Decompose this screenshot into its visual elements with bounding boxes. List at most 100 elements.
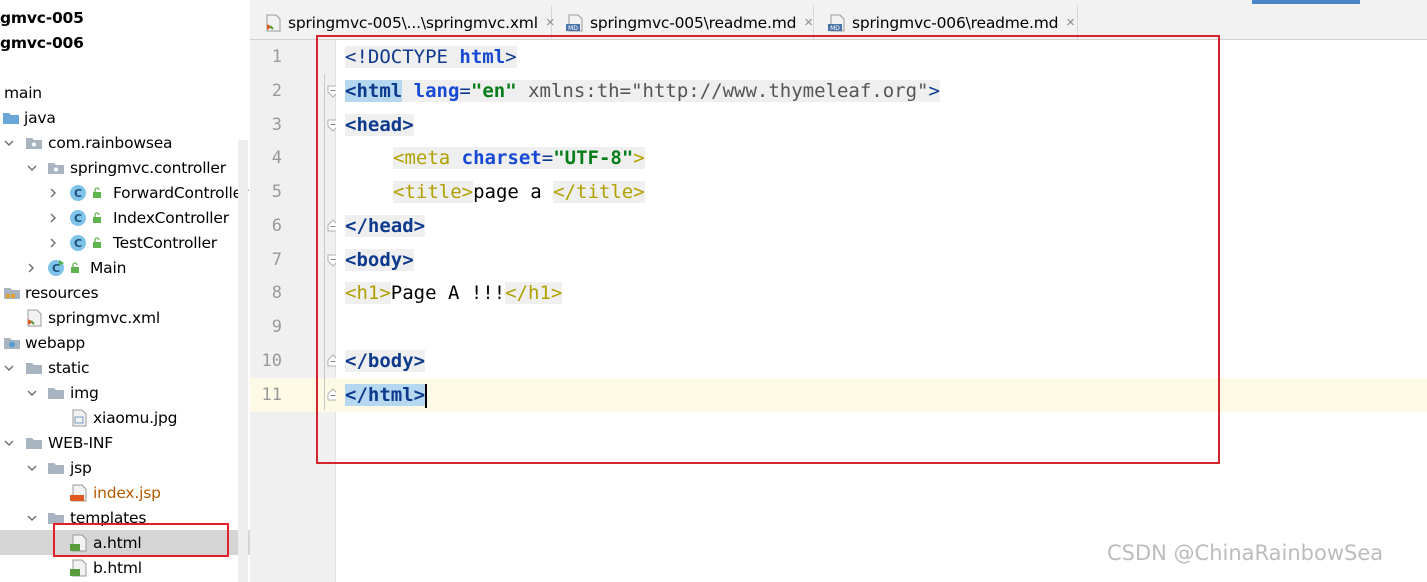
tree-item-springmvc-xml[interactable]: springmvc.xml bbox=[0, 305, 250, 330]
chevron-right-icon[interactable] bbox=[47, 187, 59, 199]
svg-text:C: C bbox=[74, 212, 82, 225]
chevron-down-icon[interactable] bbox=[3, 362, 15, 374]
jsp-file-icon bbox=[70, 484, 88, 502]
tree-item-com-rainbowsea[interactable]: com.rainbowsea bbox=[0, 130, 250, 155]
tree-item-index-jsp[interactable]: index.jsp bbox=[0, 480, 250, 505]
tree-item-label: com.rainbowsea bbox=[48, 133, 173, 152]
folder-icon bbox=[47, 384, 65, 402]
tree-item-label: gmvc-006 bbox=[0, 33, 84, 52]
package-icon bbox=[25, 134, 43, 152]
tree-item-springmvc-controller[interactable]: springmvc.controller bbox=[0, 155, 250, 180]
active-tab-indicator bbox=[1252, 0, 1360, 4]
tree-item-main-class[interactable]: C Main bbox=[0, 255, 250, 280]
tree-item-label: WEB-INF bbox=[48, 433, 114, 452]
close-icon[interactable]: × bbox=[1066, 14, 1075, 31]
tree-item-web-inf[interactable]: WEB-INF bbox=[0, 430, 250, 455]
tree-item-forward-controller[interactable]: C ForwardController bbox=[0, 180, 250, 205]
tree-item-springmvc-005[interactable]: gmvc-005 bbox=[0, 5, 250, 30]
chevron-right-icon[interactable] bbox=[47, 212, 59, 224]
lock-icon bbox=[93, 212, 101, 223]
chevron-right-icon[interactable] bbox=[25, 262, 37, 274]
tab-label: springmvc-005\...\springmvc.xml bbox=[288, 13, 538, 32]
line-number: 4 bbox=[271, 148, 282, 168]
tree-item-label: Main bbox=[90, 258, 127, 277]
close-icon[interactable]: × bbox=[804, 14, 813, 31]
tree-item-jsp-folder[interactable]: jsp bbox=[0, 455, 250, 480]
line-number: 5 bbox=[271, 182, 282, 202]
chevron-right-icon[interactable] bbox=[47, 237, 59, 249]
tree-item-java[interactable]: java bbox=[0, 105, 250, 130]
svg-text:MD: MD bbox=[568, 25, 578, 32]
line-number: 1 bbox=[271, 47, 282, 67]
tree-item-resources[interactable]: resources bbox=[0, 280, 250, 305]
xml-file-icon bbox=[264, 14, 282, 32]
tree-item-test-controller[interactable]: C TestController bbox=[0, 230, 250, 255]
line-number: 7 bbox=[271, 250, 282, 270]
tree-item-label: ForwardController bbox=[113, 183, 249, 202]
tree-item-label: xiaomu.jpg bbox=[93, 408, 178, 427]
project-tree: gmvc-005 gmvc-006 main java com.rainbows… bbox=[0, 0, 250, 582]
tree-item-label: springmvc.xml bbox=[48, 308, 160, 327]
tree-item-img[interactable]: img bbox=[0, 380, 250, 405]
tree-item-label: resources bbox=[25, 283, 99, 302]
java-main-class-icon: C bbox=[47, 259, 65, 277]
line-number: 3 bbox=[271, 115, 282, 135]
tree-item-label: img bbox=[70, 383, 99, 402]
line-number: 2 bbox=[271, 81, 282, 101]
tree-item-label: springmvc.controller bbox=[70, 158, 226, 177]
tree-item-xiaomu-jpg[interactable]: xiaomu.jpg bbox=[0, 405, 250, 430]
lock-icon bbox=[93, 187, 101, 198]
html-file-icon bbox=[70, 559, 88, 577]
tree-item-label: index.jsp bbox=[93, 483, 161, 502]
tree-item-springmvc-006[interactable]: gmvc-006 bbox=[0, 30, 250, 55]
folder-icon bbox=[25, 434, 43, 452]
xml-file-icon bbox=[25, 309, 43, 327]
web-folder-icon bbox=[3, 334, 21, 352]
chevron-down-icon[interactable] bbox=[26, 462, 38, 474]
tree-item-label: gmvc-005 bbox=[0, 8, 84, 27]
line-number: 10 bbox=[261, 351, 282, 371]
svg-text:MD: MD bbox=[830, 25, 840, 32]
line-number: 8 bbox=[271, 283, 282, 303]
tree-item-webapp[interactable]: webapp bbox=[0, 330, 250, 355]
tree-scrollbar[interactable] bbox=[238, 140, 248, 582]
svg-text:C: C bbox=[74, 237, 82, 250]
chevron-down-icon[interactable] bbox=[26, 512, 38, 524]
line-number: 6 bbox=[271, 216, 282, 236]
tree-item-label: TestController bbox=[113, 233, 217, 252]
tree-item-label: main bbox=[4, 83, 42, 102]
annotation-box-a-html bbox=[53, 523, 229, 557]
tree-item-label: jsp bbox=[70, 458, 92, 477]
md-file-icon: MD bbox=[566, 14, 584, 32]
tree-item-main[interactable]: main bbox=[0, 80, 250, 105]
lock-icon bbox=[71, 262, 79, 273]
image-file-icon bbox=[70, 409, 88, 427]
chevron-down-icon[interactable] bbox=[26, 387, 38, 399]
source-folder-icon bbox=[2, 109, 20, 127]
tree-item-index-controller[interactable]: C IndexController bbox=[0, 205, 250, 230]
java-class-icon: C bbox=[69, 209, 87, 227]
line-number: 9 bbox=[271, 317, 282, 337]
line-number: 11 bbox=[261, 385, 282, 405]
annotation-box-code bbox=[316, 35, 1220, 464]
tab-label: springmvc-005\readme.md bbox=[590, 13, 797, 32]
tree-item-label: b.html bbox=[93, 558, 142, 577]
folder-icon bbox=[25, 359, 43, 377]
svg-text:C: C bbox=[52, 262, 60, 275]
chevron-down-icon[interactable] bbox=[3, 437, 15, 449]
tree-item-label: webapp bbox=[25, 333, 86, 352]
svg-text:C: C bbox=[74, 187, 82, 200]
tree-item-b-html[interactable]: b.html bbox=[0, 555, 250, 580]
java-class-icon: C bbox=[69, 234, 87, 252]
tree-item-label: static bbox=[48, 358, 90, 377]
tree-item-static[interactable]: static bbox=[0, 355, 250, 380]
tab-label: springmvc-006\readme.md bbox=[852, 13, 1059, 32]
package-icon bbox=[47, 159, 65, 177]
md-file-icon: MD bbox=[828, 14, 846, 32]
chevron-down-icon[interactable] bbox=[26, 162, 38, 174]
java-class-icon: C bbox=[69, 184, 87, 202]
resources-folder-icon bbox=[3, 284, 21, 302]
chevron-down-icon[interactable] bbox=[3, 137, 15, 149]
editor-tab-bar: springmvc-005\...\springmvc.xml × MD spr… bbox=[250, 0, 1427, 40]
tree-item-label: java bbox=[24, 108, 56, 127]
